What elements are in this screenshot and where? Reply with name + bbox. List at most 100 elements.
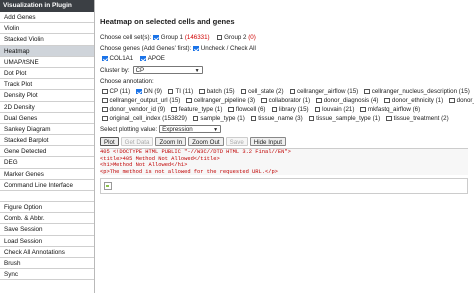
annotation-checkbox[interactable]: [261, 97, 267, 104]
annotation-option[interactable]: library (15): [270, 106, 309, 113]
save-button[interactable]: Save: [225, 137, 248, 146]
annotation-option[interactable]: feature_type (1): [169, 106, 222, 113]
annotation-checkbox[interactable]: [102, 88, 108, 95]
annotation-checkbox[interactable]: [308, 115, 315, 122]
annotation-checkbox[interactable]: [199, 88, 205, 95]
sidebar-item-command-line-interface[interactable]: Command Line Interface: [0, 180, 94, 191]
annotation-checkbox[interactable]: [240, 88, 247, 95]
annotation-option[interactable]: cellranger_nucleus_description (15): [362, 88, 470, 95]
annotation-option[interactable]: collaborator (1): [259, 97, 310, 104]
hide-input-button[interactable]: Hide Input: [249, 137, 286, 146]
gene-col1a1-checkbox[interactable]: [102, 55, 108, 62]
sidebar-item-sync[interactable]: Sync: [0, 269, 94, 281]
group1-option[interactable]: Group 1 (146331): [151, 34, 210, 41]
annotation-checkbox[interactable]: [289, 88, 296, 95]
sidebar-item-add-genes[interactable]: Add Genes: [0, 12, 94, 24]
annotation-checkbox[interactable]: [271, 106, 277, 113]
annotation-option[interactable]: cell_state (2): [239, 88, 284, 95]
plot-button[interactable]: Plot: [100, 137, 119, 146]
annotation-label: flowcell (6): [235, 106, 266, 113]
plotting-select[interactable]: Expression ▼: [159, 125, 222, 133]
gene-apoe-option[interactable]: APOE: [138, 55, 165, 62]
annotation-checkbox[interactable]: [167, 88, 174, 95]
annotation-checkbox[interactable]: [228, 106, 234, 113]
sidebar-item-2d-density[interactable]: 2D Density: [0, 102, 94, 113]
sidebar-item-save-session[interactable]: Save Session: [0, 224, 94, 236]
annotation-option[interactable]: donor_ethnicity (1): [382, 97, 443, 104]
annotation-option[interactable]: DN (9): [134, 88, 162, 95]
annotation-checkbox[interactable]: [186, 97, 192, 104]
annotation-checkbox[interactable]: [250, 115, 257, 122]
annotation-option[interactable]: louvain (21): [313, 106, 354, 113]
sidebar-item-heatmap[interactable]: Heatmap: [0, 45, 94, 57]
zoom-in-button[interactable]: Zoom In: [155, 137, 187, 146]
annotation-checkbox[interactable]: [192, 115, 199, 122]
sidebar-item-dual-genes[interactable]: Dual Genes: [0, 113, 94, 124]
sidebar-item-track-plot[interactable]: Track Plot: [0, 79, 94, 91]
gene-col1a1-option[interactable]: COL1A1: [100, 55, 133, 62]
error-output: 405 <!DOCTYPE HTML PUBLIC "-//W3C//DTD H…: [100, 148, 468, 176]
annotation-checkbox[interactable]: [102, 97, 108, 104]
annotation-checkbox[interactable]: [364, 88, 370, 95]
cluster-select[interactable]: CP ▼: [132, 66, 203, 74]
annotation-checkbox[interactable]: [316, 97, 322, 104]
annotation-checkbox[interactable]: [136, 88, 142, 95]
annotation-checkbox[interactable]: [171, 106, 177, 113]
annotation-label: donor_sex (1): [456, 97, 474, 104]
uncheck-all-checkbox[interactable]: [193, 45, 199, 52]
uncheck-all-label: Uncheck / Check All: [200, 45, 256, 52]
annotation-option[interactable]: tissue_sample_type (1): [307, 115, 380, 122]
annotation-checkbox[interactable]: [102, 106, 108, 113]
annotation-checkbox[interactable]: [102, 115, 108, 122]
annotation-checkbox[interactable]: [384, 97, 390, 104]
annotation-label: Choose annotation:: [100, 78, 154, 85]
chevron-down-icon: ▼: [213, 127, 219, 133]
annotation-option[interactable]: CP (11): [100, 88, 130, 95]
annotation-row: original_cell_index (153829) sample_type …: [100, 115, 470, 122]
annotation-option[interactable]: tissue_treatment (2): [384, 115, 449, 122]
sidebar-item-marker-genes[interactable]: Marker Genes: [0, 169, 94, 180]
annotation-checkbox[interactable]: [314, 106, 321, 113]
annotation-option[interactable]: sample_type (1): [191, 115, 245, 122]
sidebar-item-check-all-annotations[interactable]: Check All Annotations: [0, 247, 94, 258]
zoom-out-button[interactable]: Zoom Out: [188, 137, 224, 146]
group1-checkbox[interactable]: [153, 34, 159, 41]
annotation-option[interactable]: cellranger_pipeline (3): [184, 97, 255, 104]
annotation-option[interactable]: cellranger_airflow (15): [288, 88, 358, 95]
annotation-option[interactable]: cellranger_output_url (15): [100, 97, 180, 104]
group2-checkbox[interactable]: [216, 34, 223, 41]
annotation-option[interactable]: batch (15): [197, 88, 235, 95]
sidebar-item-load-session[interactable]: Load Session: [0, 236, 94, 247]
group2-option[interactable]: Group 2 (0): [215, 34, 256, 41]
annotation-option[interactable]: TI (11): [166, 88, 193, 95]
sidebar-item-dot-plot[interactable]: Dot Plot: [0, 68, 94, 80]
annotation-option[interactable]: original_cell_index (153829): [100, 115, 187, 122]
chevron-down-icon: ▼: [194, 68, 200, 74]
gene-apoe-checkbox[interactable]: [140, 55, 146, 62]
uncheck-all-option[interactable]: Uncheck / Check All: [191, 45, 256, 52]
get-data-button[interactable]: Get Data: [120, 137, 154, 146]
annotation-option[interactable]: donor_sex (1): [447, 97, 474, 104]
sidebar-item-violin[interactable]: Violin: [0, 23, 94, 35]
annotation-label: cellranger_output_url (15): [109, 97, 181, 104]
annotation-option[interactable]: tissue_name (3): [249, 115, 303, 122]
sidebar-item-sankey-diagram[interactable]: Sankey Diagram: [0, 124, 94, 136]
annotation-option[interactable]: donor_vendor_id (9): [100, 106, 165, 113]
sidebar-item-comb-abbr[interactable]: Comb. & Abbr.: [0, 213, 94, 225]
sidebar-item-deg[interactable]: DEG: [0, 157, 94, 169]
annotation-option[interactable]: donor_diagnosis (4): [314, 97, 378, 104]
gene-col1a1-label: COL1A1: [109, 55, 134, 62]
sidebar-item-gene-detected[interactable]: Gene Detected: [0, 146, 94, 158]
annotation-label: CP (11): [109, 88, 131, 95]
sidebar-item-stacked-violin[interactable]: Stacked Violin: [0, 34, 94, 46]
sidebar-item-brush[interactable]: Brush: [0, 258, 94, 270]
sidebar-item-stacked-barplot[interactable]: Stacked Barplot: [0, 135, 94, 147]
sidebar-item-figure-option[interactable]: Figure Option: [0, 202, 94, 214]
annotation-option[interactable]: flowcell (6): [226, 106, 266, 113]
annotation-checkbox[interactable]: [449, 97, 455, 104]
sidebar-item-umap-tsne[interactable]: UMAP/tSNE: [0, 57, 94, 68]
annotation-checkbox[interactable]: [386, 115, 392, 122]
annotation-checkbox[interactable]: [360, 106, 366, 113]
annotation-option[interactable]: mkfastq_airflow (6): [358, 106, 420, 113]
sidebar-item-density-plot[interactable]: Density Plot: [0, 90, 94, 102]
